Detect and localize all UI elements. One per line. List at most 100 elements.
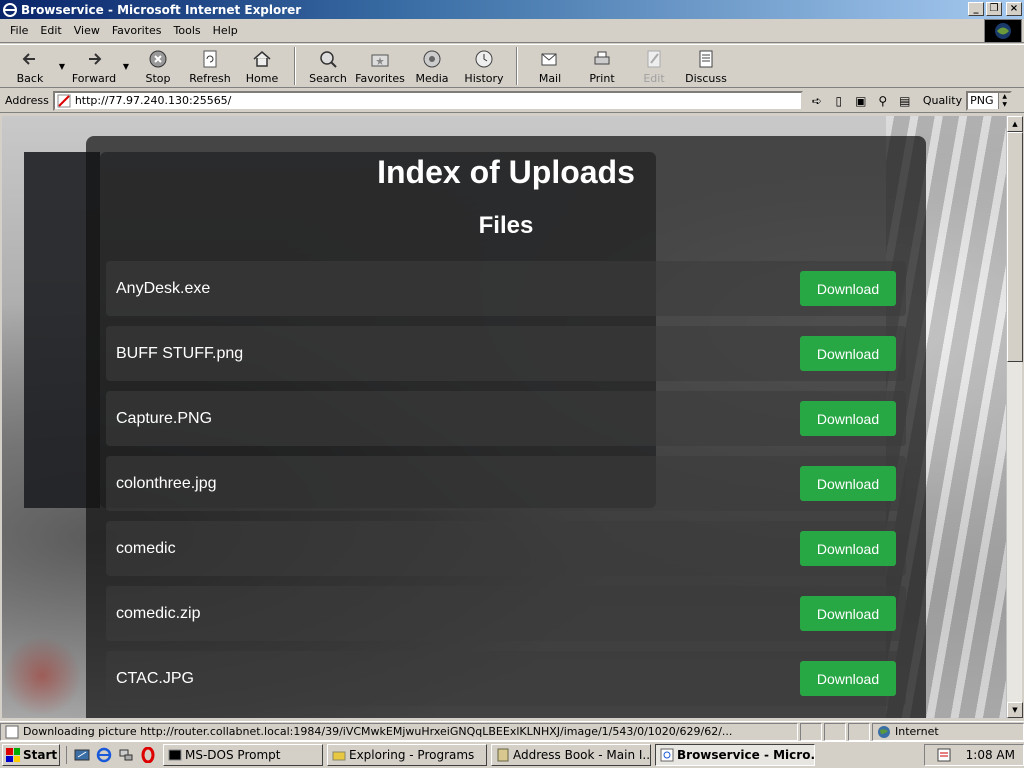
task-msdos-prompt[interactable]: MS-DOS Prompt bbox=[163, 744, 323, 766]
show-desktop-icon[interactable] bbox=[73, 746, 91, 764]
stop-button[interactable]: Stop bbox=[132, 45, 184, 87]
binoculars-icon[interactable]: ⚲ bbox=[875, 93, 891, 109]
quality-select[interactable]: PNG ▲ ▼ bbox=[966, 90, 1013, 111]
quality-label: Quality bbox=[922, 94, 963, 107]
file-name: CTAC.JPG bbox=[116, 669, 194, 687]
favorites-button[interactable]: Favorites bbox=[354, 45, 406, 87]
menu-bar: File Edit View Favorites Tools Help bbox=[0, 19, 1024, 43]
print-button[interactable]: Print bbox=[576, 45, 628, 87]
go-arrow-icon[interactable]: ➪ bbox=[809, 93, 825, 109]
file-name: BUFF STUFF.png bbox=[116, 344, 244, 362]
window-titlebar[interactable]: Browservice - Microsoft Internet Explore… bbox=[0, 0, 1024, 19]
quality-spinner-icon[interactable]: ▲ ▼ bbox=[998, 92, 1011, 109]
windows-throbber-icon bbox=[984, 19, 1022, 43]
close-button[interactable]: × bbox=[1006, 2, 1022, 16]
broken-page-icon bbox=[57, 94, 71, 107]
file-row: AnyDesk.exe Download bbox=[106, 261, 906, 316]
download-button[interactable]: Download bbox=[800, 596, 896, 631]
menu-tools[interactable]: Tools bbox=[168, 22, 207, 39]
task-label: Address Book - Main I... bbox=[513, 748, 651, 762]
download-button[interactable]: Download bbox=[800, 661, 896, 696]
scheduler-icon[interactable] bbox=[936, 747, 952, 763]
menu-view[interactable]: View bbox=[68, 22, 106, 39]
address-label: Address bbox=[5, 94, 49, 107]
file-name: comedic bbox=[116, 539, 176, 557]
scroll-up-icon[interactable]: ▲ bbox=[1007, 116, 1023, 132]
printer-icon bbox=[594, 51, 610, 65]
address-book-icon bbox=[497, 748, 509, 762]
search-icon bbox=[320, 51, 337, 68]
print-label: Print bbox=[589, 72, 615, 85]
ie-launch-icon[interactable] bbox=[95, 746, 113, 764]
history-button[interactable]: History bbox=[458, 45, 510, 87]
media-label: Media bbox=[415, 72, 449, 85]
favorites-label: Favorites bbox=[355, 72, 405, 85]
toolbar-separator bbox=[516, 47, 518, 85]
task-address-book[interactable]: Address Book - Main I... bbox=[491, 744, 651, 766]
download-button[interactable]: Download bbox=[800, 466, 896, 501]
scroll-down-icon[interactable]: ▼ bbox=[1007, 702, 1023, 718]
file-list: AnyDesk.exe Download BUFF STUFF.png Down… bbox=[106, 261, 906, 716]
status-text: Downloading picture http://router.collab… bbox=[23, 725, 733, 738]
vertical-scrollbar[interactable]: ▲ ▼ bbox=[1006, 116, 1023, 718]
edit-icon bbox=[647, 50, 661, 68]
menu-file[interactable]: File bbox=[4, 22, 34, 39]
address-bar: Address http://77.97.240.130:25565/ ➪ ▯ … bbox=[0, 89, 1024, 113]
restore-button[interactable]: ❐ bbox=[986, 2, 1002, 16]
system-tray: 1:08 AM bbox=[924, 744, 1024, 766]
edit-label: Edit bbox=[643, 72, 665, 85]
menu-help[interactable]: Help bbox=[207, 22, 244, 39]
status-cell bbox=[824, 722, 846, 741]
bookmark-icon[interactable]: ▯ bbox=[831, 93, 847, 109]
mail-label: Mail bbox=[538, 72, 562, 85]
download-button[interactable]: Download bbox=[800, 336, 896, 371]
back-button[interactable]: Back bbox=[4, 45, 56, 87]
home-button[interactable]: Home bbox=[236, 45, 288, 87]
media-icon bbox=[423, 50, 441, 68]
clipboard-icon[interactable]: ▤ bbox=[897, 93, 913, 109]
download-button[interactable]: Download bbox=[800, 271, 896, 306]
security-zone: Internet bbox=[872, 722, 1024, 741]
scroll-thumb[interactable] bbox=[1007, 132, 1023, 362]
download-button[interactable]: Download bbox=[800, 401, 896, 436]
windows-logo-icon bbox=[6, 748, 20, 762]
home-label: Home bbox=[245, 72, 279, 85]
mail-icon bbox=[541, 53, 557, 66]
status-cell bbox=[848, 722, 870, 741]
quality-value: PNG bbox=[970, 94, 994, 107]
file-name: comedic.zip bbox=[116, 604, 201, 622]
discuss-button[interactable]: Discuss bbox=[680, 45, 732, 87]
page-viewport[interactable]: Index of Uploads Files AnyDesk.exe Downl… bbox=[2, 116, 1006, 718]
task-exploring-programs[interactable]: Exploring - Programs bbox=[327, 744, 487, 766]
page-title: Index of Uploads bbox=[377, 154, 635, 190]
forward-button[interactable]: Forward bbox=[68, 45, 120, 87]
menu-favorites[interactable]: Favorites bbox=[106, 22, 168, 39]
minimize-button[interactable]: _ bbox=[968, 2, 984, 16]
file-row: comedic Download bbox=[106, 521, 906, 576]
search-label: Search bbox=[309, 72, 347, 85]
page-loading-icon bbox=[5, 725, 19, 738]
taskbar: Start MS-DOS Prompt Exploring - Programs… bbox=[0, 741, 1024, 768]
refresh-button[interactable]: Refresh bbox=[184, 45, 236, 87]
ie-page-icon bbox=[660, 748, 674, 762]
start-button[interactable]: Start bbox=[2, 744, 60, 766]
back-dropdown-icon[interactable]: ▼ bbox=[56, 45, 68, 87]
clock[interactable]: 1:08 AM bbox=[966, 748, 1015, 762]
task-browservice[interactable]: Browservice - Micro... bbox=[655, 744, 815, 766]
folder-icon bbox=[332, 751, 346, 761]
forward-arrow-icon bbox=[89, 53, 102, 65]
media-button[interactable]: Media bbox=[406, 45, 458, 87]
back-label: Back bbox=[16, 72, 44, 85]
file-name: AnyDesk.exe bbox=[116, 279, 211, 297]
opera-icon[interactable] bbox=[139, 746, 157, 764]
edit-button[interactable]: Edit bbox=[628, 45, 680, 87]
mail-button[interactable]: Mail bbox=[524, 45, 576, 87]
forward-dropdown-icon[interactable]: ▼ bbox=[120, 45, 132, 87]
network-icon[interactable] bbox=[117, 746, 135, 764]
section-title: Files bbox=[478, 212, 534, 239]
address-input[interactable]: http://77.97.240.130:25565/ bbox=[52, 90, 803, 111]
download-button[interactable]: Download bbox=[800, 531, 896, 566]
search-button[interactable]: Search bbox=[302, 45, 354, 87]
menu-edit[interactable]: Edit bbox=[34, 22, 67, 39]
screenshot-icon[interactable]: ▣ bbox=[853, 93, 869, 109]
